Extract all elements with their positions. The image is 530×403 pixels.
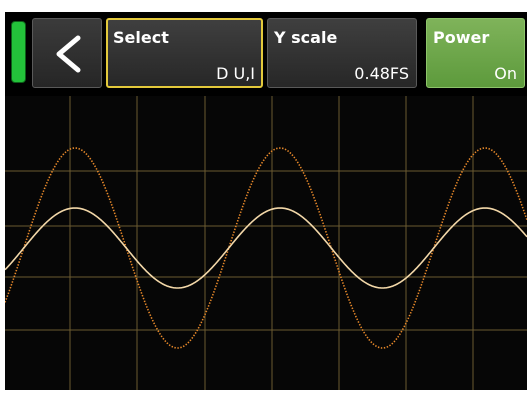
oscilloscope-display bbox=[5, 96, 527, 390]
y-scale-value: 0.48FS bbox=[354, 64, 409, 83]
back-button[interactable] bbox=[32, 18, 102, 88]
power-button[interactable]: Power On bbox=[426, 18, 525, 88]
select-value: D U,I bbox=[216, 64, 255, 83]
select-label: Select bbox=[113, 28, 169, 47]
power-value: On bbox=[494, 64, 517, 83]
power-led-indicator bbox=[11, 21, 26, 83]
device-screen: Select D U,I Y scale 0.48FS Power On bbox=[5, 12, 527, 390]
chevron-left-icon bbox=[56, 35, 81, 73]
voltage-trace bbox=[5, 207, 527, 289]
current-trace bbox=[5, 147, 527, 349]
y-scale-button[interactable]: Y scale 0.48FS bbox=[267, 18, 417, 88]
select-button[interactable]: Select D U,I bbox=[106, 18, 263, 88]
power-label: Power bbox=[433, 28, 490, 47]
oscilloscope-plot bbox=[5, 96, 527, 390]
y-scale-label: Y scale bbox=[274, 28, 338, 47]
